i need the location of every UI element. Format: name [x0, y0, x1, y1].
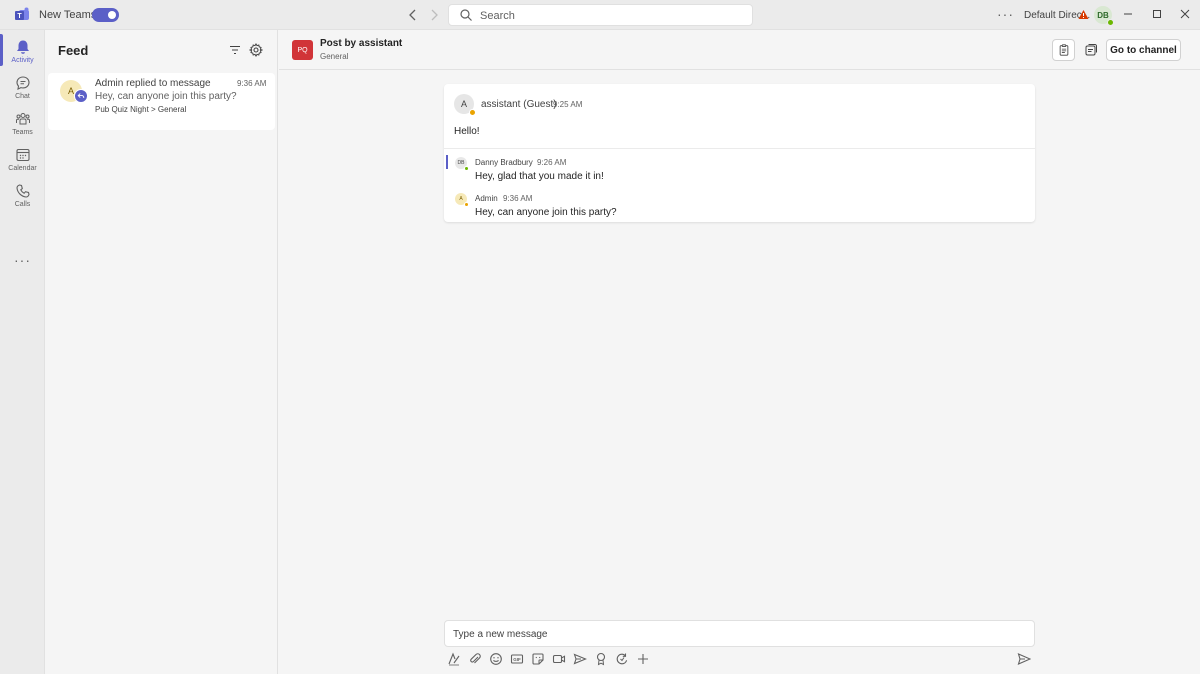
reply-badge-icon	[74, 89, 88, 103]
rail-item-chat[interactable]: Chat	[0, 73, 45, 109]
main-content: PQ Post by assistant General Go to chann…	[279, 30, 1200, 674]
back-arrow-icon[interactable]	[405, 7, 421, 23]
plus-icon[interactable]	[636, 652, 650, 666]
rail-label: Activity	[11, 57, 34, 64]
warning-icon[interactable]	[1078, 9, 1089, 20]
unread-indicator	[446, 155, 448, 169]
rail-label: Calendar	[8, 165, 37, 172]
calendar-icon	[15, 148, 30, 162]
reply-author: Admin	[475, 194, 498, 203]
reply-time: 9:36 AM	[503, 194, 533, 203]
post-author[interactable]: assistant (Guest)	[481, 99, 557, 110]
avatar-initial: DB	[457, 160, 465, 166]
svg-text:T: T	[17, 13, 22, 20]
avatar-initial: A	[460, 99, 467, 109]
reply-text: Hey, glad that you made it in!	[475, 171, 604, 182]
loop-icon[interactable]	[615, 652, 629, 666]
feed-item-time: 9:36 AM	[237, 79, 267, 88]
rail-label: Teams	[12, 129, 33, 136]
post-body: Hello!	[454, 126, 480, 137]
post-time: 9:25 AM	[553, 100, 583, 109]
post-title: Post by assistant	[320, 38, 403, 49]
notes-button[interactable]	[1052, 39, 1075, 61]
avatar-initial: A	[459, 196, 463, 202]
chat-icon	[15, 76, 30, 90]
more-options-icon[interactable]: ···	[997, 6, 1014, 22]
presence-away-icon	[464, 202, 469, 207]
reply-time: 9:26 AM	[537, 158, 567, 167]
team-tile: PQ	[292, 40, 313, 60]
reply-text: Hey, can anyone join this party?	[475, 207, 617, 218]
attach-icon[interactable]	[468, 652, 482, 666]
schedule-send-icon[interactable]	[573, 652, 587, 666]
new-teams-label: New Teams	[39, 9, 97, 21]
feed-item[interactable]: A Admin replied to message 9:36 AM Hey, …	[48, 73, 275, 130]
feed-item-path: Pub Quiz Night > General	[95, 105, 187, 114]
reply-item[interactable]: DB Danny Bradbury 9:26 AM Hey, glad that…	[444, 155, 1035, 185]
user-initials: DB	[1097, 10, 1109, 20]
user-avatar[interactable]: DB	[1094, 6, 1114, 26]
app-rail: Activity Chat Teams Calendar Calls ···	[0, 30, 45, 674]
go-to-channel-button[interactable]: Go to channel	[1106, 39, 1181, 61]
more-apps-icon[interactable]: ···	[0, 252, 45, 268]
gear-icon[interactable]	[249, 43, 263, 57]
rail-item-calendar[interactable]: Calendar	[0, 145, 45, 181]
sticker-icon[interactable]	[531, 652, 545, 666]
compose-toolbar: GIF	[444, 650, 1035, 668]
praise-icon[interactable]	[594, 652, 608, 666]
feed-pane: Feed A Admin replied to message 9:36 AM …	[45, 30, 278, 674]
reply-arrow-icon	[77, 93, 85, 99]
reply-avatar: DB	[455, 157, 469, 171]
rail-item-calls[interactable]: Calls	[0, 181, 45, 217]
teams-icon	[15, 113, 30, 125]
gif-icon[interactable]: GIF	[510, 652, 524, 666]
presence-away-icon	[469, 109, 476, 116]
bell-icon	[16, 40, 29, 54]
feed-title: Feed	[58, 43, 89, 58]
close-icon[interactable]	[1179, 8, 1191, 20]
format-icon[interactable]	[447, 652, 461, 666]
reply-avatar: A	[455, 193, 469, 207]
rail-item-activity[interactable]: Activity	[0, 34, 45, 73]
open-chat-icon[interactable]	[1084, 43, 1098, 57]
emoji-icon[interactable]	[489, 652, 503, 666]
title-bar: T New Teams Search ··· Default Direc... …	[0, 0, 1200, 30]
maximize-icon[interactable]	[1151, 8, 1163, 20]
post-header: PQ Post by assistant General Go to chann…	[279, 30, 1200, 70]
rail-item-teams[interactable]: Teams	[0, 109, 45, 145]
teams-logo-icon: T	[15, 7, 29, 20]
post-card: A assistant (Guest) 9:25 AM Hello! DB Da…	[444, 84, 1035, 222]
presence-available-icon	[1107, 19, 1114, 26]
team-initials: PQ	[297, 46, 308, 54]
clipboard-icon	[1059, 44, 1068, 56]
search-box[interactable]: Search	[448, 4, 753, 26]
feed-item-title: Admin replied to message	[95, 78, 211, 89]
minimize-icon[interactable]	[1122, 8, 1134, 20]
compose-box[interactable]: Type a new message	[444, 620, 1035, 647]
feed-item-preview: Hey, can anyone join this party?	[95, 91, 237, 102]
post-channel: General	[320, 52, 349, 61]
search-placeholder: Search	[480, 10, 515, 22]
meet-now-icon[interactable]	[552, 652, 566, 666]
divider	[444, 148, 1035, 149]
presence-available-icon	[464, 166, 469, 171]
filter-icon[interactable]	[229, 44, 241, 56]
rail-label: Calls	[14, 201, 31, 208]
phone-icon	[15, 184, 30, 198]
svg-text:GIF: GIF	[513, 657, 521, 662]
new-teams-toggle[interactable]	[92, 8, 119, 22]
rail-label: Chat	[15, 93, 30, 100]
post-author-avatar[interactable]: A	[454, 94, 476, 116]
compose-placeholder: Type a new message	[453, 629, 548, 640]
reply-item[interactable]: A Admin 9:36 AM Hey, can anyone join thi…	[444, 191, 1035, 221]
send-icon[interactable]	[1017, 652, 1031, 666]
forward-arrow-icon[interactable]	[426, 7, 442, 23]
reply-author: Danny Bradbury	[475, 158, 533, 167]
search-icon	[460, 9, 472, 21]
